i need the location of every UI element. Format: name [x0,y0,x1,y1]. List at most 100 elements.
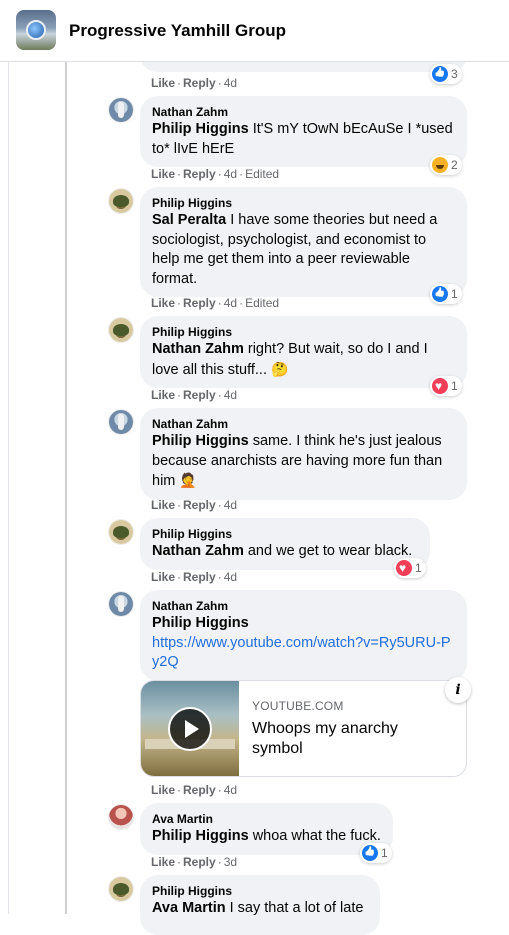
group-avatar[interactable] [16,10,56,50]
like-link[interactable]: Like [151,855,175,869]
comment-text: Nathan Zahm and we get to wear black. [152,542,418,562]
comment-text: Philip Higgins same. I think he's just j… [152,432,455,492]
mention-link[interactable]: Philip Higgins [152,828,249,844]
preview-domain: YOUTUBE.COM [252,699,344,713]
comment-text: Sal Peralta I have some theories but nee… [152,211,455,289]
group-header: Progressive Yamhill Group [0,0,509,62]
like-reaction-icon [362,845,378,861]
reaction-summary[interactable]: 1 [394,558,426,578]
mention-link[interactable]: Sal Peralta [152,212,226,228]
comment-text: Nathan Zahm right? But wait, so do I and… [152,340,455,380]
play-icon[interactable] [168,707,212,751]
like-reaction-icon [432,66,448,82]
haha-reaction-icon [432,157,448,173]
separator: · [217,388,222,402]
love-reaction-icon [396,560,412,576]
separator: · [177,570,182,584]
comment-time[interactable]: 4d [224,388,237,402]
like-link[interactable]: Like [151,570,175,584]
group-title[interactable]: Progressive Yamhill Group [69,21,286,41]
reply-link[interactable]: Reply [183,76,216,90]
comment-time[interactable]: 4d [224,76,237,90]
reply-link[interactable]: Reply [183,167,216,181]
reply-link[interactable]: Reply [183,498,216,512]
video-thumbnail[interactable] [141,681,239,776]
reply-link[interactable]: Reply [183,855,216,869]
info-icon[interactable]: i [445,677,471,703]
reply-link[interactable]: Reply [183,296,216,310]
link-preview-card[interactable]: YOUTUBE.COM Whoops my anarchy symbol [140,680,467,777]
separator: · [217,783,222,797]
reaction-count: 1 [451,379,458,393]
comment-time[interactable]: 4d [224,167,237,181]
avatar[interactable] [109,98,133,122]
comment-author[interactable]: Ava Martin [152,811,381,827]
reaction-summary[interactable]: 3 [430,64,462,84]
separator: · [217,296,222,310]
comment-author[interactable]: Nathan Zahm [152,416,455,432]
comment-bubble: Philip Higgins Nathan Zahm right? But wa… [140,316,467,388]
avatar[interactable] [109,189,133,213]
separator: · [177,783,182,797]
comment-time[interactable]: 3d [224,855,237,869]
mention-link[interactable]: Nathan Zahm [152,543,244,559]
reaction-summary[interactable]: 1 [430,284,462,304]
avatar[interactable] [109,410,133,434]
comment-bubble: Nathan Zahm Philip Higgins same. I think… [140,408,467,500]
reaction-summary[interactable]: 1 [430,376,462,396]
comment-actions: Like · Reply · 4d [151,569,237,585]
comment-actions: Like · Reply · 3d [151,854,237,870]
avatar[interactable] [109,805,133,829]
comment-author[interactable]: Philip Higgins [152,324,455,340]
mention-link[interactable]: Nathan Zahm [152,341,244,357]
comment-text: Philip Higgins whoa what the fuck. [152,827,381,847]
like-link[interactable]: Like [151,167,175,181]
comment-text: Philip Higgins https://www.youtube.com/wa… [152,614,455,673]
comment-time[interactable]: 4d [224,498,237,512]
comment-body-text: whoa what the fuck. [248,828,381,844]
reply-link[interactable]: Reply [183,783,216,797]
reaction-summary[interactable]: 1 [360,843,392,863]
preview-title[interactable]: Whoops my anarchy symbol [252,719,432,759]
separator: · [177,498,182,512]
comment-time[interactable]: 4d [224,296,237,310]
like-link[interactable]: Like [151,76,175,90]
reply-thread-line [65,62,67,914]
mention-link[interactable]: Philip Higgins [152,121,249,137]
avatar[interactable] [109,877,133,901]
avatar[interactable] [109,592,133,616]
comment-author[interactable]: Philip Higgins [152,526,418,542]
edited-label[interactable]: Edited [245,167,279,181]
comment-bubble: Nathan Zahm Philip Higgins It'S mY tOwN … [140,96,467,167]
comment-actions: Like · Reply · 4d [151,75,237,91]
comment-author[interactable]: Nathan Zahm [152,104,455,120]
comment-time[interactable]: 4d [224,570,237,584]
like-link[interactable]: Like [151,498,175,512]
like-link[interactable]: Like [151,783,175,797]
reply-link[interactable]: Reply [183,388,216,402]
comment-bubble: Philip Higgins Nathan Zahm and we get to… [140,518,430,570]
edited-label[interactable]: Edited [245,296,279,310]
reaction-summary[interactable]: 2 [430,155,462,175]
separator: · [177,388,182,402]
youtube-link[interactable]: https://www.youtube.com/watch?v=Ry5URU-P… [152,635,451,671]
globe-icon [26,20,46,40]
reaction-count: 1 [451,287,458,301]
like-link[interactable]: Like [151,296,175,310]
separator: · [239,167,244,181]
comment-author[interactable]: Nathan Zahm [152,598,455,614]
comment-author[interactable]: Philip Higgins [152,883,368,899]
comment-actions: Like · Reply · 4d · Edited [151,295,279,311]
comment-bubble: Ava Martin Philip Higgins whoa what the … [140,803,393,855]
love-reaction-icon [432,378,448,394]
like-link[interactable]: Like [151,388,175,402]
reply-link[interactable]: Reply [183,570,216,584]
avatar[interactable] [109,520,133,544]
avatar[interactable] [109,318,133,342]
comment-time[interactable]: 4d [224,783,237,797]
mention-link[interactable]: Philip Higgins [152,433,249,449]
comment-bubble: Nathan Zahm Philip Higgins https://www.yo… [140,590,467,681]
mention-link[interactable]: Philip Higgins [152,615,249,631]
comment-author[interactable]: Philip Higgins [152,195,455,211]
separator: · [217,570,222,584]
